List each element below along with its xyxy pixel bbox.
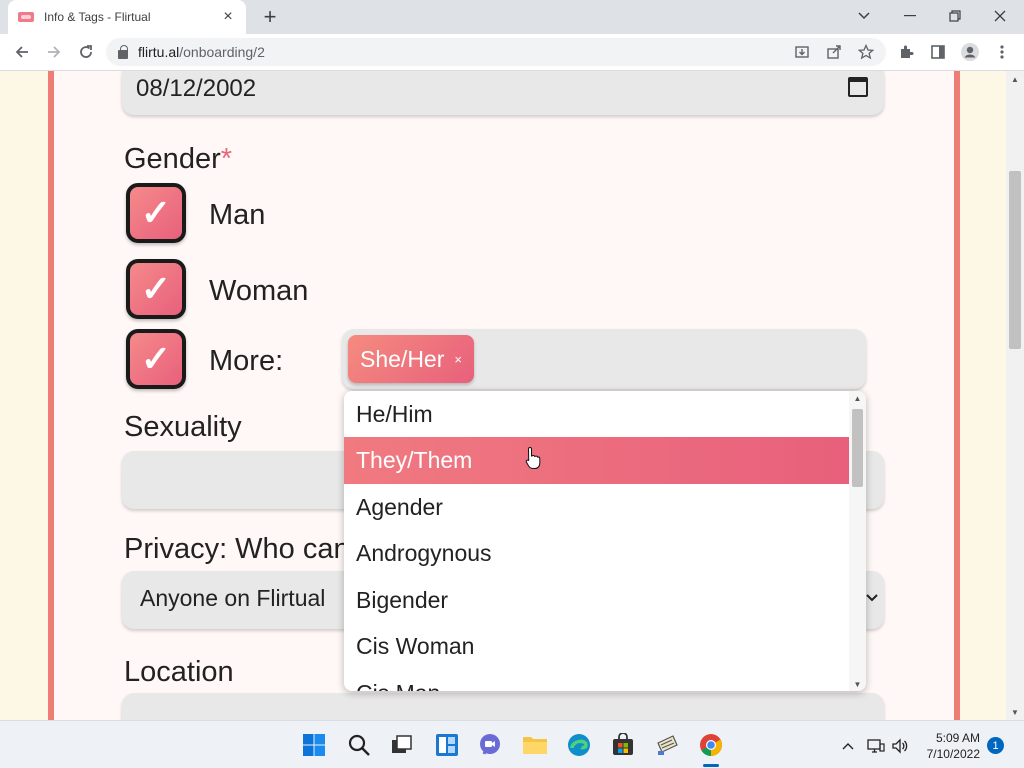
dropdown-option[interactable]: Androgynous: [344, 530, 849, 577]
tag-chip-label: She/Her: [360, 345, 445, 372]
privacy-value: Anyone on Flirtual: [140, 585, 326, 611]
page-viewport: 08/12/2002 Gender* ✓ Man ✓ Woman ✓ More:…: [0, 71, 1006, 720]
task-view-icon[interactable]: [388, 731, 416, 759]
extensions-puzzle-icon[interactable]: [894, 40, 918, 64]
widgets-icon[interactable]: [433, 731, 461, 759]
search-icon[interactable]: [345, 731, 373, 759]
windows-start-icon[interactable]: [300, 731, 328, 759]
chevron-down-icon: [866, 589, 878, 605]
browser-toolbar: flirtu.al /onboarding/2: [0, 34, 1024, 71]
gender-more-label: More:: [209, 345, 284, 377]
gender-man-label: Man: [209, 199, 266, 231]
dropdown-scrollbar[interactable]: ▲ ▼: [849, 391, 866, 691]
edge-browser-icon[interactable]: [565, 731, 593, 759]
scroll-up-arrow-icon[interactable]: ▲: [849, 391, 866, 405]
location-label: Location: [124, 656, 234, 688]
page-scroll-thumb[interactable]: [1009, 171, 1021, 349]
scroll-down-arrow-icon[interactable]: ▼: [1006, 704, 1024, 720]
volume-icon[interactable]: [890, 736, 910, 756]
profile-avatar-icon[interactable]: [958, 40, 982, 64]
gender-woman-checkbox[interactable]: ✓: [126, 259, 186, 319]
tab-search-icon[interactable]: [850, 4, 878, 28]
lock-icon: [118, 44, 128, 59]
close-window-icon[interactable]: [986, 4, 1014, 28]
calendar-icon[interactable]: [848, 77, 868, 97]
install-app-icon[interactable]: [792, 42, 812, 62]
gender-man-checkbox[interactable]: ✓: [126, 183, 186, 243]
remove-tag-icon[interactable]: ×: [454, 352, 462, 367]
chrome-browser-icon[interactable]: [697, 731, 725, 759]
tab-title: Info & Tags - Flirtual: [44, 10, 151, 24]
gender-more-checkbox[interactable]: ✓: [126, 329, 186, 389]
birthday-value: 08/12/2002: [136, 75, 257, 102]
scroll-up-arrow-icon[interactable]: ▲: [1006, 71, 1024, 87]
gender-heading: Gender*: [124, 143, 232, 176]
gender-options-dropdown: He/Him They/Them Agender Androgynous Big…: [344, 391, 866, 691]
hand-pointer-cursor-icon: [525, 446, 541, 469]
more-gender-tag-select[interactable]: She/Her ×: [342, 329, 866, 389]
file-explorer-icon[interactable]: [521, 731, 549, 759]
selected-tag-chip: She/Her ×: [348, 335, 474, 383]
active-app-indicator: [703, 764, 719, 767]
dropdown-option[interactable]: Agender: [344, 484, 849, 531]
windows-taskbar: 5:09 AM 7/10/2022 1: [0, 720, 1024, 768]
dropdown-option[interactable]: Cis Man: [344, 670, 849, 691]
browser-menu-icon[interactable]: [990, 40, 1014, 64]
minimize-icon[interactable]: [896, 4, 924, 28]
browser-tab-bar: Info & Tags - Flirtual × +: [0, 0, 1024, 34]
scroll-down-arrow-icon[interactable]: ▼: [849, 677, 866, 691]
dropdown-option-highlighted[interactable]: They/Them: [344, 437, 849, 484]
birthday-date-input[interactable]: 08/12/2002: [122, 71, 884, 115]
side-panel-icon[interactable]: [926, 40, 950, 64]
checkmark-icon: ✓: [140, 268, 172, 309]
reload-icon[interactable]: [74, 40, 98, 64]
dropdown-option[interactable]: He/Him: [344, 391, 849, 438]
required-marker: *: [220, 143, 233, 175]
gender-label: Gender: [124, 143, 221, 175]
gender-woman-label: Woman: [209, 275, 309, 307]
chevron-up-icon[interactable]: [838, 736, 858, 756]
location-input[interactable]: [122, 693, 884, 720]
clock-date: 7/10/2022: [926, 747, 980, 761]
dropdown-option[interactable]: Bigender: [344, 577, 849, 624]
notification-badge[interactable]: 1: [987, 737, 1004, 754]
sexuality-label: Sexuality: [124, 411, 242, 443]
share-icon[interactable]: [824, 42, 844, 62]
new-tab-button[interactable]: +: [258, 4, 282, 29]
back-arrow-icon[interactable]: [10, 40, 34, 64]
address-bar[interactable]: flirtu.al /onboarding/2: [106, 38, 886, 66]
tab-close-icon[interactable]: ×: [220, 8, 236, 25]
system-clock[interactable]: 5:09 AM 7/10/2022: [910, 730, 980, 762]
url-domain: flirtu.al: [138, 44, 180, 60]
unigram-app-icon[interactable]: [653, 731, 681, 759]
checkmark-icon: ✓: [140, 192, 172, 233]
forward-arrow-icon[interactable]: [42, 40, 66, 64]
teams-chat-icon[interactable]: [476, 731, 504, 759]
clock-time: 5:09 AM: [935, 731, 980, 745]
checkmark-icon: ✓: [140, 338, 172, 379]
microsoft-store-icon[interactable]: [609, 731, 637, 759]
page-scrollbar[interactable]: ▲ ▼: [1006, 71, 1024, 720]
url-path: /onboarding/2: [179, 44, 265, 60]
restore-icon[interactable]: [941, 4, 969, 28]
network-icon[interactable]: [866, 736, 886, 756]
bookmark-star-icon[interactable]: [856, 42, 876, 62]
browser-tab[interactable]: Info & Tags - Flirtual ×: [8, 0, 246, 34]
dropdown-scroll-thumb[interactable]: [852, 409, 863, 487]
dropdown-option[interactable]: Cis Woman: [344, 623, 849, 670]
flirtual-favicon-icon: [18, 12, 34, 22]
